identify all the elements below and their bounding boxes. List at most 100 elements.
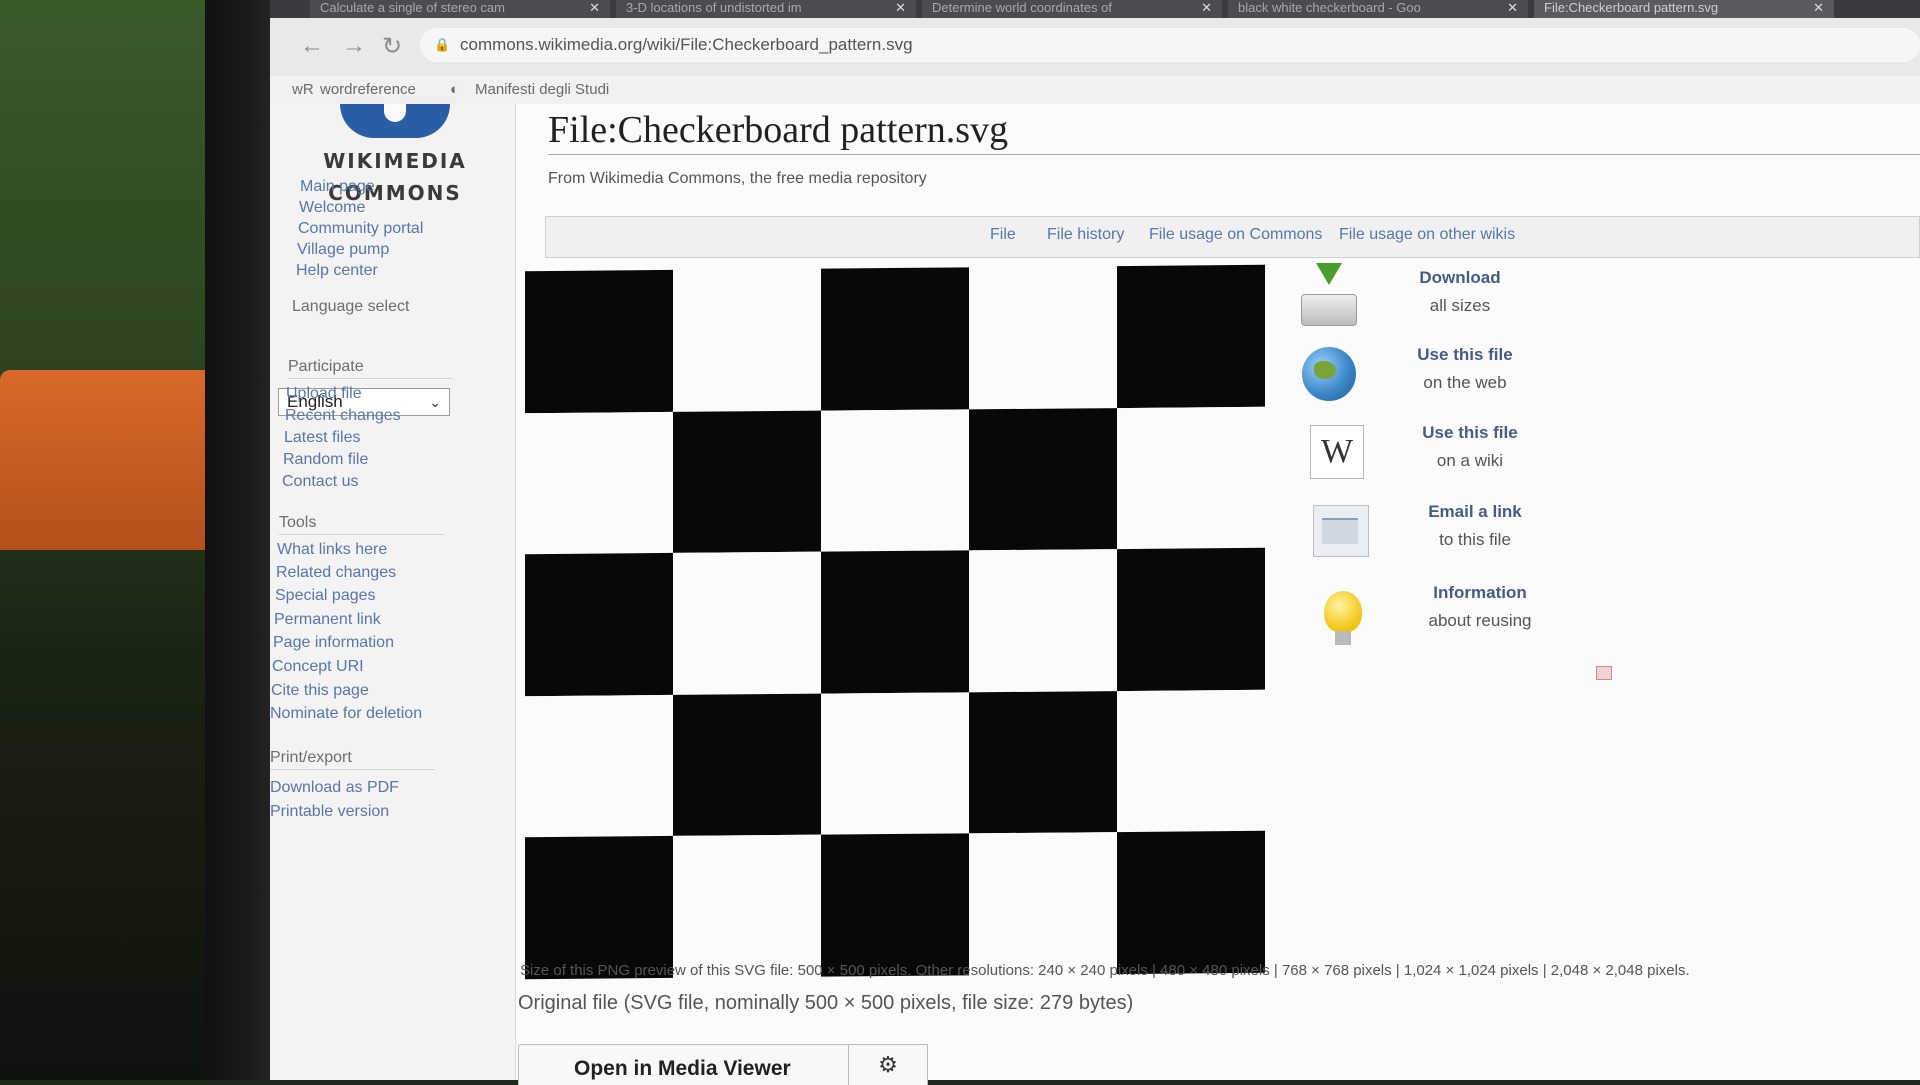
checker-square <box>969 407 1117 551</box>
media-viewer-label: Open in Media Viewer <box>574 1057 791 1080</box>
tools-heading: Tools <box>279 514 317 531</box>
print-export-heading: Print/export <box>270 749 352 766</box>
checker-square <box>969 266 1117 409</box>
checkerboard-image[interactable] <box>525 264 1265 980</box>
checker-square <box>673 835 821 978</box>
sidebar-item-permanent-link[interactable]: Permanent link <box>274 611 381 629</box>
checker-square <box>525 269 673 413</box>
globe-icon <box>1300 345 1358 403</box>
chevron-down-icon: ⌄ <box>429 394 441 410</box>
tab-label: 3-D locations of undistorted im <box>626 0 802 15</box>
address-bar-row: ← → ↻ 🔒 commons.wikimedia.org/wiki/File:… <box>270 18 1920 77</box>
checker-square <box>969 549 1117 693</box>
action-subtitle: on a wiki <box>1436 451 1504 470</box>
tab-file-usage-commons[interactable]: File usage on Commons <box>1149 226 1322 244</box>
preview-size-info: Size of this PNG preview of this SVG fil… <box>520 962 1690 979</box>
browser-tab[interactable]: 3-D locations of undistorted im ✕ <box>616 0 916 18</box>
sidebar-item-nominate-for-deletion[interactable]: Nominate for deletion <box>270 705 422 723</box>
bookmark-manifesti[interactable]: Manifesti degli Studi <box>475 76 609 104</box>
checker-square <box>525 553 673 697</box>
url-input[interactable]: 🔒 commons.wikimedia.org/wiki/File:Checke… <box>420 28 1920 62</box>
checker-square <box>821 692 969 836</box>
bookmarks-bar: wR wordreference ◐ Manifesti degli Studi <box>270 76 1920 104</box>
browser-tab[interactable]: Determine world coordinates of ✕ <box>922 0 1222 18</box>
sidebar-item-welcome[interactable]: Welcome <box>299 199 365 217</box>
use-on-web-action[interactable]: Use this file on the web <box>1300 341 1630 411</box>
sidebar-item-latest-files[interactable]: Latest files <box>284 429 360 447</box>
open-media-viewer-button[interactable]: Open in Media Viewer <box>518 1044 850 1085</box>
browser-tab-bar: Calculate a single of stereo cam ✕ 3-D lo… <box>270 0 1920 18</box>
participate-heading: Participate <box>288 358 364 375</box>
browser-tab[interactable]: Calculate a single of stereo cam ✕ <box>310 0 610 18</box>
sidebar-item-special-pages[interactable]: Special pages <box>275 587 376 605</box>
sidebar-item-contact-us[interactable]: Contact us <box>282 473 358 491</box>
reuse-info-action[interactable]: Information about reusing <box>1300 579 1630 649</box>
gear-icon[interactable]: ⚙ <box>848 1044 928 1085</box>
sidebar-item-page-information[interactable]: Page information <box>273 634 394 652</box>
tab-close-icon[interactable]: ✕ <box>1507 0 1518 18</box>
tab-file[interactable]: File <box>990 226 1016 244</box>
checker-square <box>969 690 1117 834</box>
browser-tab-active[interactable]: File:Checkerboard pattern.svg ✕ <box>1534 0 1834 18</box>
tab-close-icon[interactable]: ✕ <box>1201 0 1212 18</box>
action-title: Use this file <box>1422 423 1518 442</box>
sidebar-item-community-portal[interactable]: Community portal <box>298 220 423 238</box>
checker-square <box>525 694 673 838</box>
language-select-heading: Language select <box>292 298 410 315</box>
reload-icon[interactable]: ↻ <box>382 32 402 61</box>
sidebar-item-concept-uri[interactable]: Concept URI <box>272 658 364 676</box>
lock-icon: 🔒 <box>434 37 451 52</box>
sidebar-item-printable-version[interactable]: Printable version <box>270 803 389 821</box>
email-link-action[interactable]: Email a link to this file <box>1300 498 1630 568</box>
lightbulb-icon <box>1314 583 1372 645</box>
small-report-icon[interactable] <box>1596 666 1612 680</box>
divider <box>548 154 1920 155</box>
email-icon <box>1312 502 1370 560</box>
checker-square <box>821 550 969 694</box>
checker-square <box>1117 547 1265 691</box>
original-file-info[interactable]: Original file (SVG file, nominally 500 ×… <box>518 992 1133 1015</box>
sidebar-item-download-pdf[interactable]: Download as PDF <box>270 779 399 797</box>
bookmark-wordreference[interactable]: wordreference <box>320 76 416 104</box>
sidebar-item-upload-file[interactable]: Upload file <box>286 385 362 403</box>
tab-close-icon[interactable]: ✕ <box>1813 0 1824 18</box>
tab-label: Calculate a single of stereo cam <box>320 0 505 15</box>
checker-square <box>821 833 969 977</box>
action-subtitle: on the web <box>1423 373 1507 392</box>
sidebar-item-what-links-here[interactable]: What links here <box>277 541 387 559</box>
back-arrow-icon[interactable]: ← <box>300 32 324 60</box>
action-subtitle: all sizes <box>1429 296 1491 315</box>
download-action[interactable]: Download all sizes <box>1300 263 1630 334</box>
checker-square <box>525 836 673 980</box>
sidebar-item-recent-changes[interactable]: Recent changes <box>285 407 401 425</box>
tab-close-icon[interactable]: ✕ <box>895 0 906 18</box>
sidebar-item-related-changes[interactable]: Related changes <box>276 564 396 582</box>
tab-close-icon[interactable]: ✕ <box>589 0 600 18</box>
sidebar-item-main-page[interactable]: Main page <box>300 178 375 196</box>
sidebar-item-help-center[interactable]: Help center <box>296 262 378 280</box>
forward-arrow-icon[interactable]: → <box>342 32 366 60</box>
commons-logo-icon <box>340 104 450 138</box>
browser-tab[interactable]: black white checkerboard - Goo ✕ <box>1228 0 1528 18</box>
sidebar-item-cite-this-page[interactable]: Cite this page <box>271 682 369 700</box>
tab-label: File:Checkerboard pattern.svg <box>1544 0 1719 15</box>
sidebar-item-random-file[interactable]: Random file <box>283 451 368 469</box>
background-orange-object <box>0 370 215 550</box>
tab-file-history[interactable]: File history <box>1047 226 1124 244</box>
action-title: Use this file <box>1417 345 1513 364</box>
action-subtitle: to this file <box>1439 530 1511 549</box>
tab-label: black white checkerboard - Goo <box>1238 0 1421 15</box>
action-title: Information <box>1433 583 1527 602</box>
wiki-icon: W <box>1308 423 1366 481</box>
use-on-wiki-action[interactable]: W Use this file on a wiki <box>1300 419 1630 489</box>
sidebar-item-village-pump[interactable]: Village pump <box>297 241 389 259</box>
checker-square <box>1117 406 1265 550</box>
action-subtitle: about reusing <box>1428 611 1532 630</box>
checker-square <box>1117 264 1265 408</box>
bookmark-wordreference-icon: wR <box>292 81 314 98</box>
url-text: commons.wikimedia.org/wiki/File:Checkerb… <box>460 35 913 54</box>
tab-file-usage-other-wikis[interactable]: File usage on other wikis <box>1339 226 1515 244</box>
action-title: Download <box>1419 268 1501 287</box>
page-title: File:Checkerboard pattern.svg <box>548 109 1009 151</box>
checker-square <box>525 411 673 555</box>
